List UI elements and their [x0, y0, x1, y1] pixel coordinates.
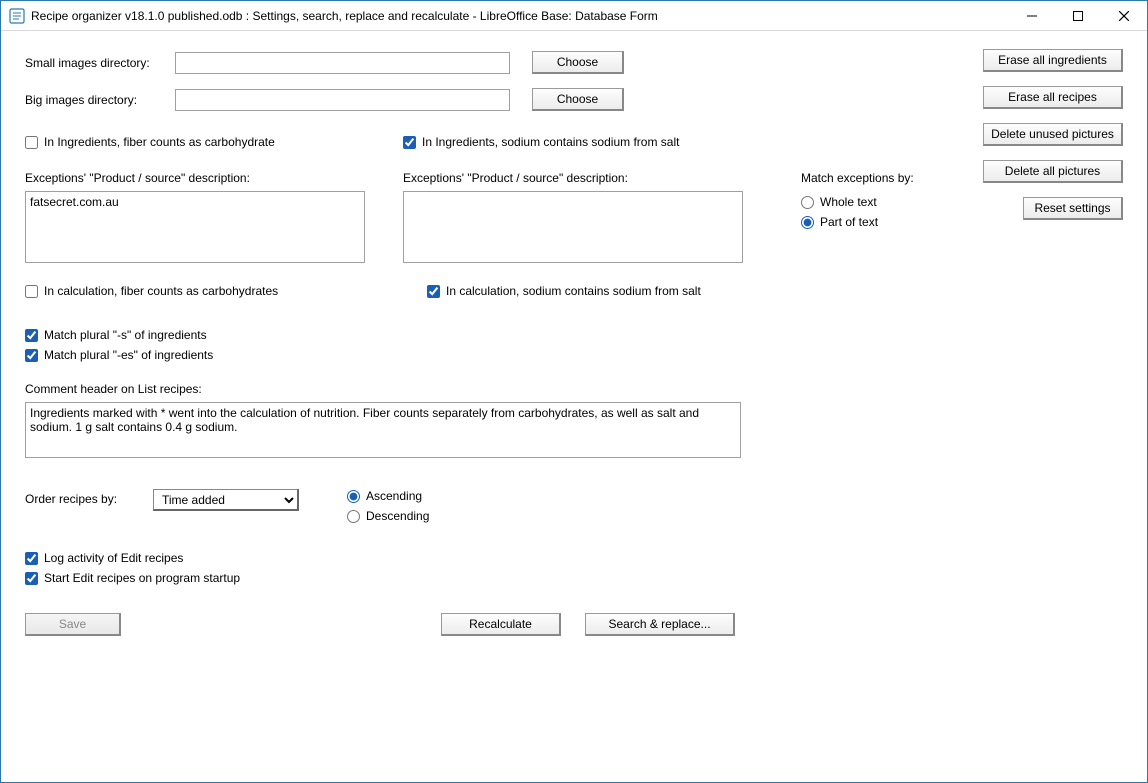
choose-small-dir-button[interactable]: Choose [532, 51, 624, 74]
match-plural-s-checkbox[interactable]: Match plural "-s" of ingredients [25, 328, 1123, 342]
log-activity-checkbox[interactable]: Log activity of Edit recipes [25, 551, 1123, 565]
search-replace-button[interactable]: Search & replace... [585, 613, 735, 636]
recalculate-button[interactable]: Recalculate [441, 613, 561, 636]
titlebar: Recipe organizer v18.1.0 published.odb :… [1, 1, 1147, 31]
minimize-button[interactable] [1009, 1, 1055, 31]
log-activity-label: Log activity of Edit recipes [44, 551, 183, 565]
big-images-dir-label: Big images directory: [25, 93, 175, 107]
fiber-carb-calc-checkbox[interactable]: In calculation, fiber counts as carbohyd… [25, 284, 427, 298]
ascending-label: Ascending [366, 489, 422, 503]
main-content: Small images directory: Choose Big image… [25, 51, 1123, 636]
comment-header-label: Comment header on List recipes: [25, 382, 1123, 396]
fiber-carb-calc-label: In calculation, fiber counts as carbohyd… [44, 284, 278, 298]
match-exceptions-by-label: Match exceptions by: [801, 171, 914, 185]
ascending-radio[interactable]: Ascending [347, 489, 429, 503]
whole-text-radio[interactable]: Whole text [801, 195, 914, 209]
whole-text-label: Whole text [820, 195, 877, 209]
window-controls [1009, 1, 1147, 30]
comment-header-textarea[interactable]: Ingredients marked with * went into the … [25, 402, 741, 458]
start-on-startup-label: Start Edit recipes on program startup [44, 571, 240, 585]
order-by-select[interactable]: Time added [153, 489, 299, 511]
window-title: Recipe organizer v18.1.0 published.odb :… [31, 9, 1009, 23]
match-plural-es-label: Match plural "-es" of ingredients [44, 348, 213, 362]
descending-label: Descending [366, 509, 429, 523]
part-of-text-label: Part of text [820, 215, 878, 229]
order-by-label: Order recipes by: [25, 489, 153, 506]
sodium-salt-ing-checkbox[interactable]: In Ingredients, sodium contains sodium f… [403, 135, 679, 149]
exceptions-left-label: Exceptions' "Product / source" descripti… [25, 171, 365, 185]
start-on-startup-checkbox[interactable]: Start Edit recipes on program startup [25, 571, 1123, 585]
choose-big-dir-button[interactable]: Choose [532, 88, 624, 111]
save-button[interactable]: Save [25, 613, 121, 636]
exceptions-left-textarea[interactable]: fatsecret.com.au [25, 191, 365, 263]
maximize-button[interactable] [1055, 1, 1101, 31]
app-icon [9, 8, 25, 24]
match-plural-s-label: Match plural "-s" of ingredients [44, 328, 207, 342]
close-button[interactable] [1101, 1, 1147, 31]
fiber-carb-ing-label: In Ingredients, fiber counts as carbohyd… [44, 135, 275, 149]
sodium-salt-calc-label: In calculation, sodium contains sodium f… [446, 284, 701, 298]
sodium-salt-ing-label: In Ingredients, sodium contains sodium f… [422, 135, 679, 149]
match-plural-es-checkbox[interactable]: Match plural "-es" of ingredients [25, 348, 1123, 362]
descending-radio[interactable]: Descending [347, 509, 429, 523]
exceptions-right-label: Exceptions' "Product / source" descripti… [403, 171, 743, 185]
small-images-dir-input[interactable] [175, 52, 510, 74]
sodium-salt-calc-checkbox[interactable]: In calculation, sodium contains sodium f… [427, 284, 701, 298]
part-of-text-radio[interactable]: Part of text [801, 215, 914, 229]
small-images-dir-label: Small images directory: [25, 56, 175, 70]
big-images-dir-input[interactable] [175, 89, 510, 111]
fiber-carb-ing-checkbox[interactable]: In Ingredients, fiber counts as carbohyd… [25, 135, 403, 149]
exceptions-right-textarea[interactable] [403, 191, 743, 263]
